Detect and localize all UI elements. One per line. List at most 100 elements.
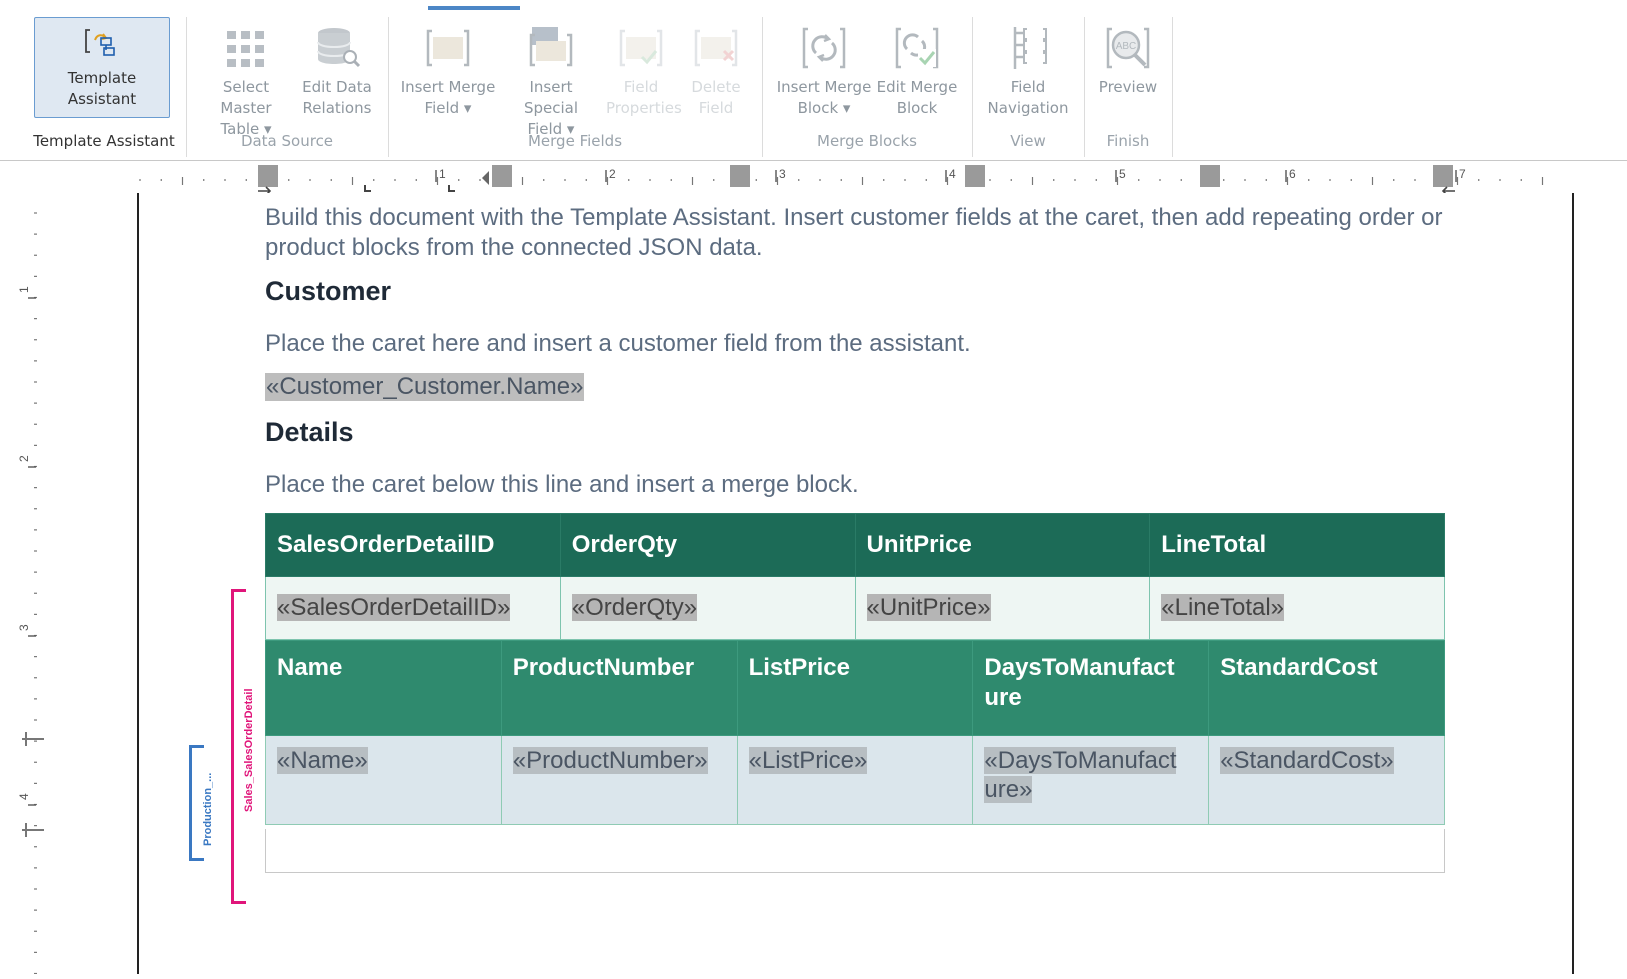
left-tab-marker[interactable] [448,185,455,192]
first-line-indent-marker[interactable] [258,186,272,196]
table-header-cell[interactable]: SalesOrderDetailID [265,513,561,577]
edit-merge-block-button[interactable]: Edit Merge Block [874,17,960,119]
ruler-number: 2 [609,167,616,181]
table-header-cell[interactable]: OrderQty [559,513,856,577]
merge-field-cell[interactable]: «SalesOrderDetailID» [265,576,561,640]
row-height-marker[interactable] [22,732,44,746]
merge-field-cell[interactable]: «ListPrice» [736,735,974,825]
table-header-cell[interactable]: ProductNumber [500,640,738,736]
table-header-row: Name ProductNumber ListPrice DaysToManuf… [265,640,1445,736]
vertical-ruler-scale: 1 2 3 4 [17,212,44,975]
customer-name-merge-field[interactable]: «Customer_Customer.Name» [265,373,585,401]
empty-table-row[interactable] [265,829,1445,873]
tab-stop-marker[interactable] [730,165,750,187]
ruler-number: 7 [1459,167,1466,181]
edit-data-relations-button[interactable]: Edit Data Relations [298,17,376,119]
template-assistant-icon [77,24,127,64]
tab-stop-marker[interactable] [1433,165,1453,187]
page-right-edge [1572,193,1574,974]
group-finish: ABC Preview Finish [1084,17,1173,157]
insert-special-field-button[interactable]: Insert Special Field ▾ [502,17,600,140]
ruler-number: 4 [17,793,31,800]
table-header-cell[interactable]: LineTotal [1149,513,1445,577]
database-icon [312,23,362,73]
merge-field-cell[interactable]: «Name» [265,735,502,825]
inner-merge-block-label[interactable]: Production_... [202,762,214,846]
group-merge-blocks: Insert Merge Block ▾ Edit Merge Block Me… [762,17,973,157]
grid-icon [221,23,271,73]
delete-field-label: Delete Field [691,78,741,117]
table-header-cell[interactable]: UnitPrice [854,513,1151,577]
ribbon: Template Assistant Template Assistant Se… [0,0,1627,161]
left-tab-marker[interactable] [364,185,371,192]
ruler-number: 1 [17,286,31,293]
field-navigation-button[interactable]: Field Navigation [986,17,1070,119]
select-master-table-button[interactable]: Select Master Table ▾ [196,17,296,140]
template-assistant-label: Template Assistant [67,69,137,108]
preview-label: Preview [1098,78,1158,96]
group-data-source: Select Master Table ▾ Edit Data Relation… [186,17,389,157]
table-header-cell[interactable]: StandardCost [1208,640,1445,736]
details-heading[interactable]: Details [265,417,354,448]
field-navigation-icon [1003,23,1053,73]
merge-field-cell[interactable]: «LineTotal» [1149,576,1445,640]
insert-special-field-icon [526,23,576,73]
table-header-cell[interactable]: DaysToManufact ure [972,640,1210,736]
merge-field-cell[interactable]: «UnitPrice» [854,576,1151,640]
right-indent-marker[interactable] [1441,186,1455,196]
page-left-edge [137,193,139,974]
preview-icon-text: ABC [1116,41,1137,52]
intro-paragraph[interactable]: Build this document with the Template As… [265,203,1455,263]
table-header-cell[interactable]: Name [265,640,502,736]
vertical-ruler[interactable]: 1 2 3 4 [0,193,60,975]
field-properties-button[interactable]: Field Properties [606,17,682,119]
insert-merge-field-label: Insert Merge Field ▾ [400,78,496,117]
merge-field[interactable]: «DaysToManufact ure» [984,747,1177,803]
merge-field-cell[interactable]: «OrderQty» [559,576,856,640]
ruler-number: 2 [17,455,31,462]
product-table[interactable]: Name ProductNumber ListPrice DaysToManuf… [265,640,1445,825]
merge-field-cell[interactable]: «DaysToManufact ure» [972,735,1210,825]
group-label-finish: Finish [1106,132,1150,150]
merge-field[interactable]: «SalesOrderDetailID» [277,594,511,621]
insert-merge-field-icon [423,23,473,73]
tab-stop-marker[interactable] [492,165,512,187]
customer-instruction[interactable]: Place the caret here and insert a custom… [265,330,971,358]
insert-merge-field-button[interactable]: Insert Merge Field ▾ [396,17,500,119]
customer-heading[interactable]: Customer [265,276,391,307]
delete-field-button[interactable]: Delete Field [680,17,752,119]
outer-merge-block-label[interactable]: Sales_SalesOrderDetail [243,676,255,812]
tab-stop-marker[interactable] [1200,165,1220,187]
insert-special-field-label: Insert Special Field ▾ [523,78,579,138]
group-template-assistant: Template Assistant Template Assistant [22,17,187,157]
edit-merge-block-icon [892,23,942,73]
merge-field[interactable]: «OrderQty» [571,594,698,621]
horizontal-ruler[interactable]: 1 2 3 4 5 6 7 [0,161,1627,196]
merge-field[interactable]: «ListPrice» [748,747,868,774]
order-detail-table[interactable]: SalesOrderDetailID OrderQty UnitPrice Li… [265,513,1445,640]
field-navigation-label: Field Navigation [987,78,1069,117]
indent-marker[interactable] [482,171,489,185]
merge-field[interactable]: «Name» [277,747,368,774]
group-merge-fields: Insert Merge Field ▾ Insert Special Fiel… [388,17,763,157]
select-master-table-label: Select Master Table ▾ [220,78,272,138]
merge-field[interactable]: «LineTotal» [1161,594,1285,621]
template-assistant-button[interactable]: Template Assistant [34,17,170,118]
insert-merge-block-button[interactable]: Insert Merge Block ▾ [776,17,872,119]
merge-field-cell[interactable]: «ProductNumber» [500,735,738,825]
ruler-number: 5 [1119,167,1126,181]
group-label-view: View [1010,132,1046,150]
row-height-marker[interactable] [22,823,44,837]
merge-field[interactable]: «UnitPrice» [866,594,991,621]
merge-field[interactable]: «StandardCost» [1220,747,1394,774]
merge-field[interactable]: «ProductNumber» [512,747,708,774]
table-row: «Name» «ProductNumber» «ListPrice» «Days… [265,735,1445,825]
tab-stop-marker[interactable] [965,165,985,187]
details-instruction[interactable]: Place the caret below this line and inse… [265,471,859,499]
field-properties-icon [616,23,666,73]
preview-button[interactable]: ABC Preview [1092,17,1164,98]
merge-field-cell[interactable]: «StandardCost» [1208,735,1445,825]
left-indent-marker[interactable] [258,165,278,187]
table-header-cell[interactable]: ListPrice [736,640,974,736]
edit-merge-block-label: Edit Merge Block [876,78,958,117]
